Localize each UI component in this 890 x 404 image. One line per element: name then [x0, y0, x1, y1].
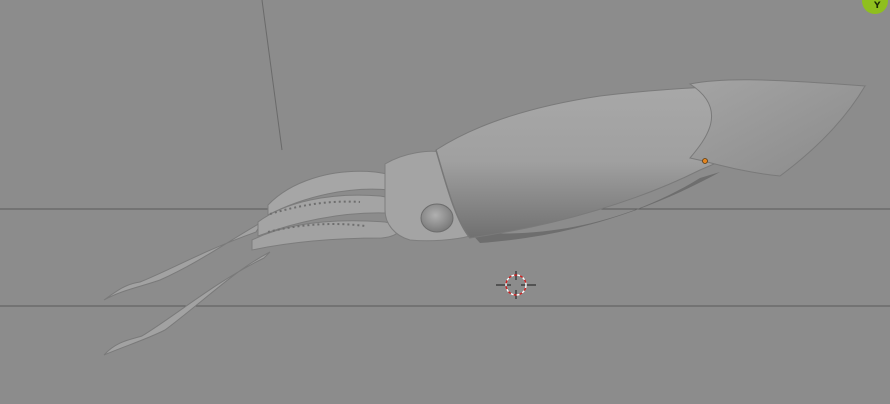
viewport-canvas[interactable] — [0, 0, 890, 404]
3d-cursor-icon[interactable] — [496, 271, 536, 299]
squid-model[interactable] — [103, 79, 867, 356]
axis-y-icon: Y — [874, 1, 881, 11]
perspective-line — [261, 0, 283, 151]
tentacle-lower — [103, 251, 271, 356]
tentacle-upper — [103, 220, 264, 301]
3d-viewport[interactable]: Y — [0, 0, 890, 404]
object-origin-point[interactable] — [702, 158, 708, 164]
squid-eye — [420, 203, 454, 233]
squid-fin — [688, 79, 866, 177]
